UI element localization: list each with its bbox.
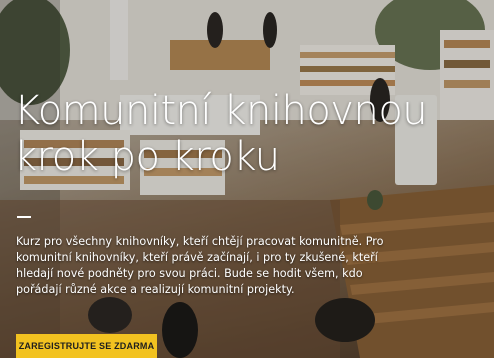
hero-banner: Komunitní knihovnou krok po kroku Kurz p… [0, 0, 494, 358]
register-free-button[interactable]: ZAREGISTRUJTE SE ZDARMA [16, 334, 157, 358]
hero-description: Kurz pro všechny knihovníky, kteří chtěj… [16, 235, 384, 296]
title-divider [17, 216, 31, 218]
hero-title-line2: krok po kroku [14, 134, 280, 180]
hero-title-line1: Komunitní knihovnou [14, 88, 428, 134]
hero-title: Komunitní knihovnou krok po kroku [14, 88, 454, 180]
